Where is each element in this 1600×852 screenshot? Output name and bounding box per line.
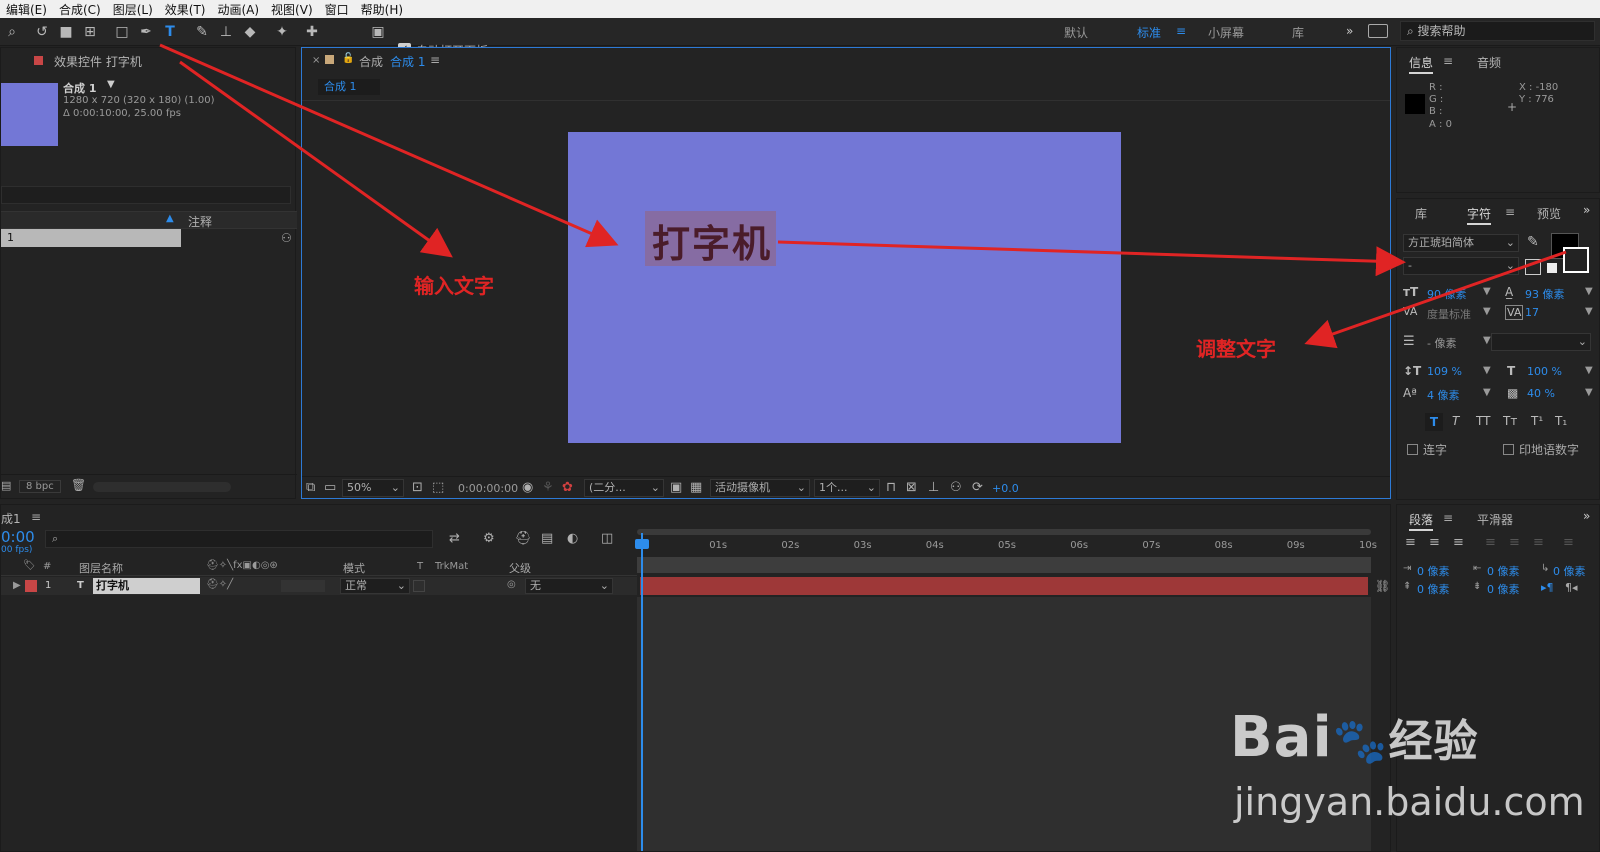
watermark-url: jingyan.baidu.com (1234, 780, 1585, 824)
adjust-text-annotation: 调整文字 (1196, 337, 1276, 361)
watermark-brand: Bai🐾经验 (1230, 705, 1479, 770)
arrow-to-adjust-label (1304, 250, 1567, 349)
arrow-to-character-panel (777, 240, 1406, 277)
paw-icon: 🐾 (1332, 716, 1389, 767)
arrow-to-canvas (159, 43, 619, 248)
arrow-to-input-label (179, 60, 453, 258)
input-text-annotation: 输入文字 (414, 274, 494, 298)
